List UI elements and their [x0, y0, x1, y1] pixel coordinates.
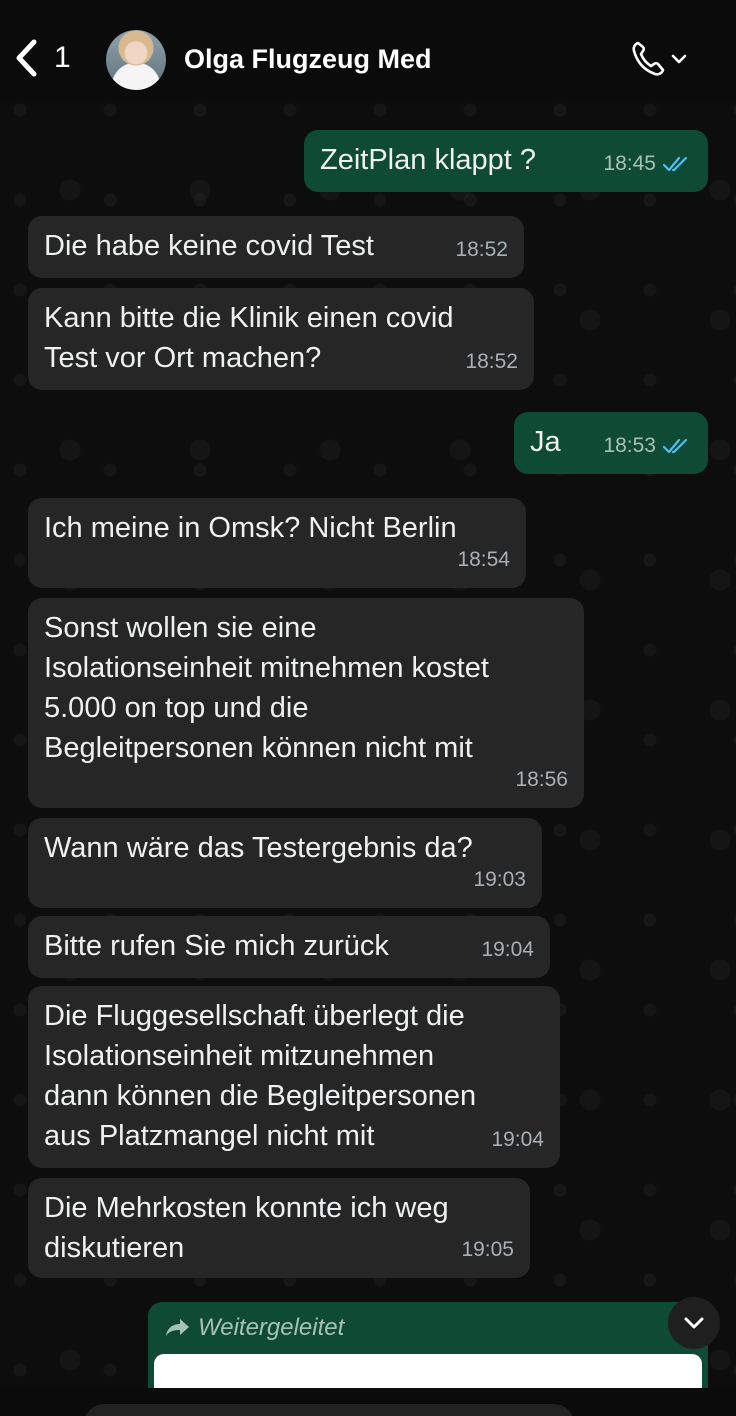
message-time: 18:45 [603, 144, 692, 184]
read-receipt-icon [662, 156, 688, 172]
message-timestamp: 19:05 [461, 1238, 514, 1261]
message-text: Die habe keine covid Test [44, 230, 374, 262]
call-button[interactable] [630, 40, 688, 78]
chat-header: 1 Olga Flugzeug Med [0, 0, 736, 100]
message-text: Sonst wollen sie eine Isolationseinheit … [44, 612, 489, 764]
unread-count: 1 [54, 41, 71, 74]
message-input[interactable] [84, 1404, 574, 1416]
message-bubble-incoming[interactable]: Ich meine in Omsk? Nicht Berlin 18:54 [28, 498, 526, 588]
message-timestamp: 19:04 [481, 938, 534, 961]
message-text: Die Mehrkosten konnte ich weg diskutiere… [44, 1192, 449, 1264]
message-timestamp: 19:04 [491, 1128, 544, 1151]
message-bubble-incoming[interactable]: Wann wäre das Testergebnis da? 19:03 [28, 818, 542, 908]
message-bubble-incoming[interactable]: Sonst wollen sie eine Isolationseinheit … [28, 598, 584, 808]
back-button[interactable]: 1 [14, 38, 71, 78]
message-bubble-outgoing[interactable]: Ja 18:53 [514, 412, 708, 474]
chevron-down-icon [671, 54, 687, 64]
message-bubble-incoming[interactable]: Die Mehrkosten konnte ich weg diskutiere… [28, 1178, 530, 1278]
chevron-left-icon [16, 39, 37, 77]
avatar[interactable] [106, 30, 166, 90]
message-timestamp: 18:45 [603, 152, 656, 175]
forwarded-label-text: Weitergeleitet [198, 1314, 345, 1341]
chevron-down-icon [684, 1317, 704, 1329]
message-text: Die Fluggesellschaft überlegt die Isolat… [44, 1000, 477, 1152]
phone-icon [632, 41, 665, 76]
scroll-to-bottom-button[interactable] [668, 1297, 720, 1349]
message-timestamp: 18:53 [603, 434, 656, 457]
read-receipt-icon [662, 438, 688, 454]
forwarded-label: Weitergeleitet [164, 1314, 344, 1342]
message-timestamp: 19:03 [473, 868, 526, 891]
message-bubble-incoming[interactable]: Die habe keine covid Test 18:52 [28, 216, 524, 278]
contact-name[interactable]: Olga Flugzeug Med [184, 44, 432, 75]
message-timestamp: 18:52 [465, 350, 518, 373]
message-bubble-incoming[interactable]: Kann bitte die Klinik einen covid Test v… [28, 288, 534, 390]
message-text: Wann wäre das Testergebnis da? [44, 832, 473, 864]
message-timestamp: 18:56 [515, 768, 568, 791]
message-bubble-incoming[interactable]: Bitte rufen Sie mich zurück 19:04 [28, 916, 550, 978]
message-timestamp: 18:54 [457, 548, 510, 571]
forward-arrow-icon [166, 1319, 189, 1336]
message-text: Kann bitte die Klinik einen covid Test v… [44, 302, 454, 374]
message-timestamp: 18:52 [455, 238, 508, 261]
message-text: Bitte rufen Sie mich zurück [44, 930, 389, 962]
message-time: 18:53 [603, 426, 692, 466]
message-bubble-outgoing[interactable]: ZeitPlan klappt ? 18:45 [304, 130, 708, 192]
chat-screen: 1 Olga Flugzeug Med ZeitPlan klappt ? 18… [0, 0, 736, 1416]
message-bubble-incoming[interactable]: Die Fluggesellschaft überlegt die Isolat… [28, 986, 560, 1168]
message-text: Ich meine in Omsk? Nicht Berlin [44, 512, 457, 544]
